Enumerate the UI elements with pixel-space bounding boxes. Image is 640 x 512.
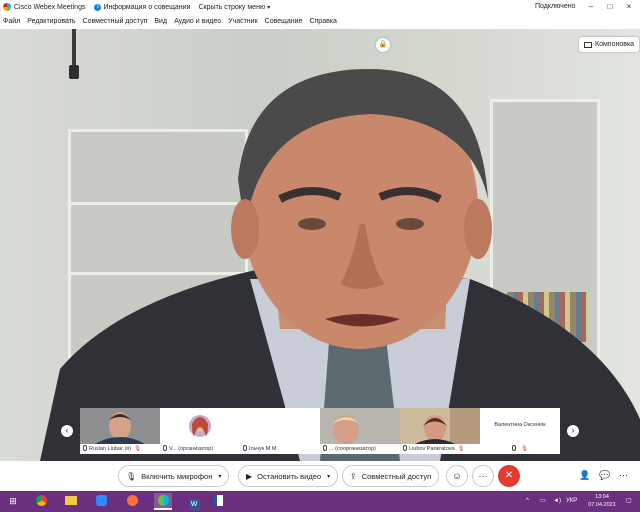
share-screen-icon: ⇪ xyxy=(350,471,357,481)
app-title: Cisco Webex Meetings xyxy=(14,3,86,11)
participant-video xyxy=(400,408,480,444)
chevron-down-icon: ▾ xyxy=(327,473,331,480)
microphone-icon xyxy=(243,445,247,451)
system-clock[interactable]: 13:04 07.04.2021 xyxy=(584,493,620,509)
microphone-icon xyxy=(323,445,327,451)
microphone-icon: 🎙 xyxy=(126,471,137,481)
participant-name: Ruslan Liubar (я) xyxy=(89,446,132,452)
minimize-button[interactable]: – xyxy=(584,0,598,14)
meeting-controls: 🎙 Включить микрофон ▾ ▶ Остановить видео… xyxy=(0,461,640,491)
participant-name: Liubov Pankratova xyxy=(409,446,455,452)
filmstrip-next-button[interactable]: › xyxy=(567,425,579,437)
system-tray-chevron-icon[interactable]: ^ xyxy=(526,491,529,512)
menu-participant[interactable]: Участник xyxy=(228,18,258,25)
end-meeting-button[interactable]: ✕ xyxy=(498,465,520,487)
clock-date: 07.04.2021 xyxy=(588,502,616,508)
menu-audio-video[interactable]: Аудио и видео xyxy=(174,18,221,25)
participant-name: Ільчук М М xyxy=(249,446,277,452)
microphone-icon xyxy=(83,445,87,451)
layout-grid-icon xyxy=(584,41,592,48)
volume-icon[interactable]: ◄) xyxy=(553,491,561,512)
hide-menu-label: Скрыть строку меню xyxy=(198,3,266,11)
menu-share[interactable]: Совместный доступ xyxy=(83,18,148,25)
title-bar: Cisco Webex Meetings i Информация о сове… xyxy=(0,0,640,14)
participant-caption: ... (соорганизатор) xyxy=(320,444,400,454)
participant-caption: 🎙 xyxy=(480,444,560,454)
reactions-button[interactable]: ☺ xyxy=(446,465,468,487)
participant-video xyxy=(320,408,400,444)
connection-status: Подключено xyxy=(535,3,576,10)
word-icon[interactable]: W xyxy=(185,493,203,510)
participant-avatar xyxy=(160,408,240,444)
more-options-button[interactable]: ··· xyxy=(472,465,494,487)
maximize-button[interactable]: □ xyxy=(603,0,617,14)
microphone-icon xyxy=(403,445,407,451)
filmstrip-prev-button[interactable]: ‹ xyxy=(61,425,73,437)
muted-mic-icon: 🎙 xyxy=(457,446,465,452)
participant-name: ... (соорганизатор) xyxy=(329,446,376,452)
windows-taskbar: ⊞ W ^ ▭ ◄) УКР 13:04 07.04.2021 ▢ xyxy=(0,491,640,512)
word-doc-icon[interactable] xyxy=(209,493,227,510)
menu-edit[interactable]: Редактировать xyxy=(27,18,75,25)
meeting-info-button[interactable]: Информация о совещании xyxy=(103,4,190,11)
layout-button[interactable]: Компоновка xyxy=(579,37,640,52)
zoom-icon[interactable] xyxy=(92,493,110,510)
firefox-icon[interactable] xyxy=(123,493,141,510)
menu-view[interactable]: Вид xyxy=(154,18,167,25)
microphone-icon xyxy=(512,445,516,451)
network-icon[interactable]: ▭ xyxy=(540,491,546,512)
participant-tile[interactable]: Ruslan Liubar (я) 🎙 xyxy=(80,408,160,454)
participant-caption: Ільчук М М xyxy=(240,444,320,454)
participant-caption: V... (организатор) xyxy=(160,444,240,454)
more-panels-icon[interactable]: ··· xyxy=(619,470,628,480)
unmute-label: Включить микрофон xyxy=(141,471,213,481)
participant-tile[interactable]: V... (организатор) xyxy=(160,408,240,454)
participant-tile[interactable]: Ільчук М М xyxy=(240,408,320,454)
chrome-icon[interactable] xyxy=(32,493,50,510)
unmute-button[interactable]: 🎙 Включить микрофон ▾ xyxy=(118,465,230,487)
chevron-down-icon: ▾ xyxy=(218,473,222,480)
chat-icon[interactable]: 💬 xyxy=(599,470,610,481)
language-indicator[interactable]: УКР xyxy=(566,491,577,512)
windows-start-icon[interactable]: ⊞ xyxy=(4,493,22,510)
participant-tile[interactable]: ... (соорганизатор) xyxy=(320,408,400,454)
speaker-video xyxy=(40,69,640,461)
participant-caption: Ruslan Liubar (я) 🎙 xyxy=(80,444,160,454)
participant-video xyxy=(80,408,160,444)
stop-video-label: Остановить видео xyxy=(257,471,322,481)
participant-caption: Liubov Pankratova 🎙 xyxy=(400,444,480,454)
participants-icon[interactable]: 👤 xyxy=(579,470,590,481)
webex-taskbar-icon[interactable] xyxy=(154,493,172,510)
hide-menu-button[interactable]: Скрыть строку меню ▾ xyxy=(198,4,270,11)
menu-bar: Файл Редактировать Совместный доступ Вид… xyxy=(0,15,640,28)
participant-name: V... (организатор) xyxy=(169,446,214,452)
participant-tile[interactable]: Liubov Pankratova 🎙 xyxy=(400,408,480,454)
video-camera-icon: ▶ xyxy=(246,471,253,481)
stop-video-button[interactable]: ▶ Остановить видео ▾ xyxy=(238,465,339,487)
menu-help[interactable]: Справка xyxy=(309,18,336,25)
filmstrip: Ruslan Liubar (я) 🎙 V... (организатор) Іл… xyxy=(80,408,560,454)
muted-mic-icon: 🎙 xyxy=(134,446,142,452)
menu-meeting[interactable]: Совещание xyxy=(265,18,303,25)
main-video: 🔒 Компоновка xyxy=(0,29,640,461)
microphone-icon xyxy=(163,445,167,451)
smiley-icon: ☺ xyxy=(452,471,462,481)
layout-label: Компоновка xyxy=(595,41,635,48)
file-explorer-icon[interactable] xyxy=(62,493,80,510)
participant-name: Валентина Оксенюк xyxy=(494,422,546,428)
lock-icon[interactable]: 🔒 xyxy=(376,38,390,52)
chevron-down-icon: ▾ xyxy=(267,4,271,11)
notifications-icon[interactable]: ▢ xyxy=(626,491,632,512)
info-icon[interactable]: i xyxy=(94,3,102,11)
share-label: Совместный доступ xyxy=(361,471,432,481)
clock-time: 13:04 xyxy=(595,494,609,500)
participant-tile[interactable]: Валентина Оксенюк 🎙 xyxy=(480,408,560,454)
share-button[interactable]: ⇪ Совместный доступ xyxy=(342,465,440,487)
webex-logo-icon xyxy=(3,3,11,11)
close-button[interactable]: × xyxy=(622,0,636,14)
muted-mic-icon: 🎙 xyxy=(521,446,528,452)
menu-file[interactable]: Файл xyxy=(3,18,20,25)
participant-video-off xyxy=(240,408,320,444)
